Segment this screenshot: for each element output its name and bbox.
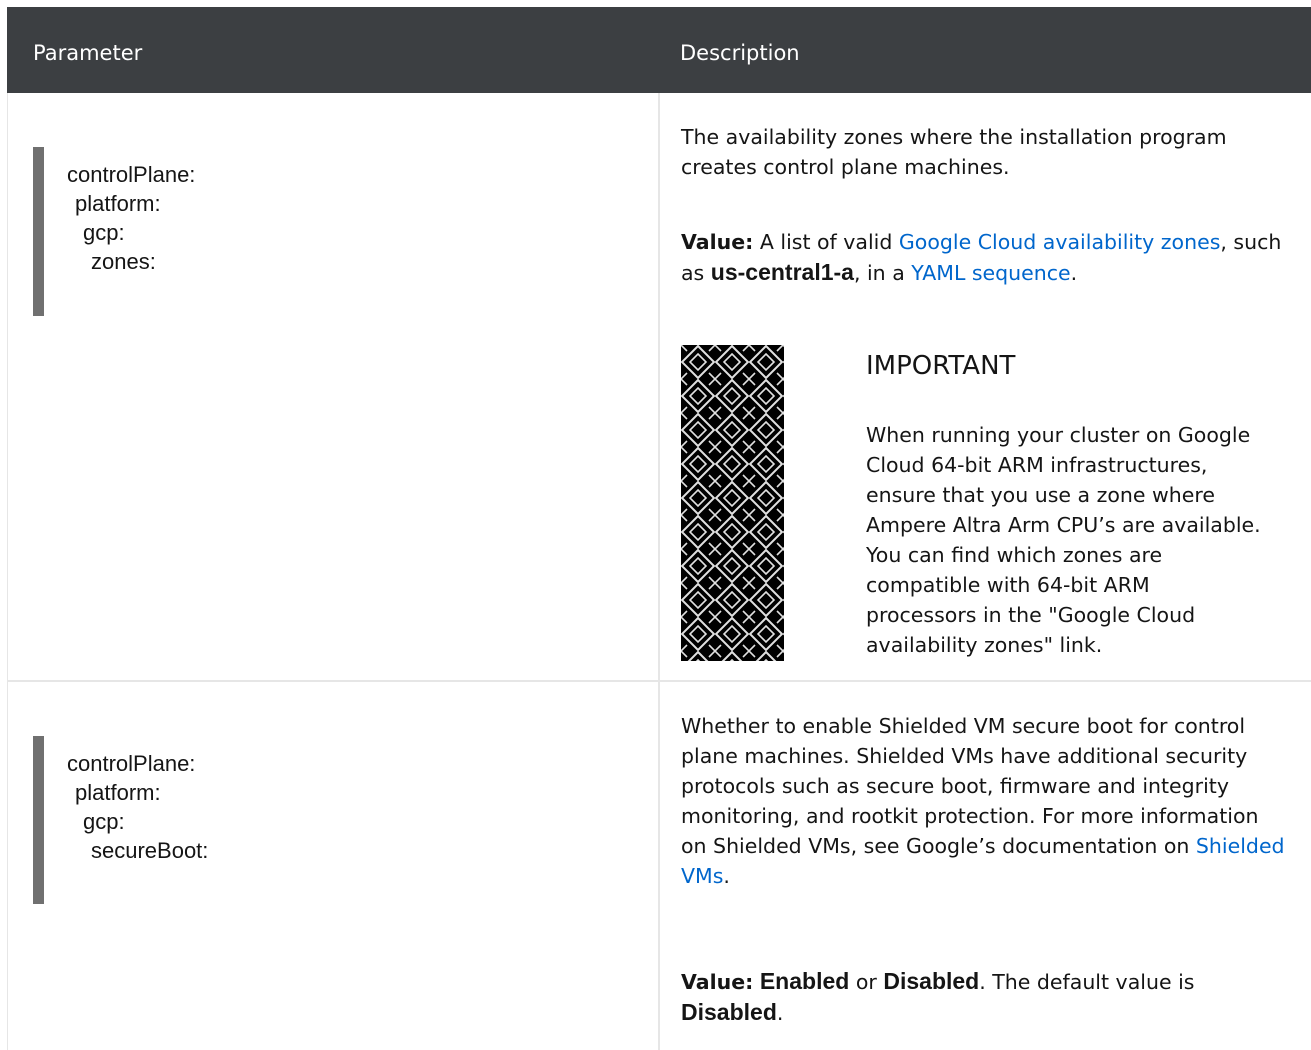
header-parameter: Parameter [33, 41, 143, 65]
code-line: gcp: [83, 220, 125, 245]
description-zones: The availability zones where the install… [681, 122, 1286, 182]
value-label: Value: [681, 230, 754, 254]
value-option-enabled: Enabled [759, 968, 850, 994]
column-divider [658, 93, 660, 1050]
code-line: secureBoot: [91, 838, 209, 863]
value-option-disabled: Disabled [883, 968, 980, 994]
table-left-border [7, 93, 8, 1050]
value-default: Disabled [681, 999, 777, 1025]
code-line: controlPlane: [67, 751, 196, 776]
availability-zones-link[interactable]: Google Cloud availability zones [899, 230, 1220, 254]
description-paragraph: Whether to enable Shielded VM secure boo… [681, 711, 1286, 891]
header-description: Description [680, 41, 800, 65]
value-label: Value: [681, 970, 754, 994]
description-text: The availability zones where the install… [681, 125, 1227, 179]
value-text: , in a [853, 261, 905, 285]
value-text: A list of valid [759, 230, 893, 254]
code-block-zones: controlPlane: platform: gcp: zones: [67, 160, 195, 276]
value-text: . [1070, 261, 1078, 285]
code-block-secureboot: controlPlane: platform: gcp: secureBoot: [67, 749, 208, 865]
code-line: gcp: [83, 809, 125, 834]
code-line: platform: [75, 191, 161, 216]
row-divider [7, 680, 1311, 682]
important-text: When running your cluster on Google Clou… [866, 423, 1261, 657]
yaml-sequence-link[interactable]: YAML sequence [911, 261, 1070, 285]
code-line: zones: [91, 249, 156, 274]
value-zones: Value: A list of valid Google Cloud avai… [681, 227, 1286, 288]
code-line: platform: [75, 780, 161, 805]
important-pattern-icon [681, 345, 784, 661]
value-paragraph: Value: Enabled or Disabled. The default … [681, 966, 1286, 1028]
parameter-table: Parameter Description controlPlane: platf… [0, 0, 1311, 1050]
value-paragraph: Value: A list of valid Google Cloud avai… [681, 227, 1286, 288]
table-header: Parameter Description [7, 7, 1311, 93]
value-text: . The default value is [979, 970, 1195, 994]
value-secureboot: Value: Enabled or Disabled. The default … [681, 966, 1286, 1028]
important-title: IMPORTANT [866, 351, 1016, 381]
description-end: . [723, 864, 730, 888]
value-text: . [776, 1001, 784, 1025]
value-code: us-central1-a [710, 259, 854, 285]
code-line: controlPlane: [67, 162, 196, 187]
description-text: Whether to enable Shielded VM secure boo… [681, 714, 1259, 858]
description-secureboot: Whether to enable Shielded VM secure boo… [681, 711, 1286, 891]
code-block-accent-bar [33, 147, 44, 316]
value-text: or [855, 970, 877, 994]
code-block-accent-bar [33, 736, 44, 904]
